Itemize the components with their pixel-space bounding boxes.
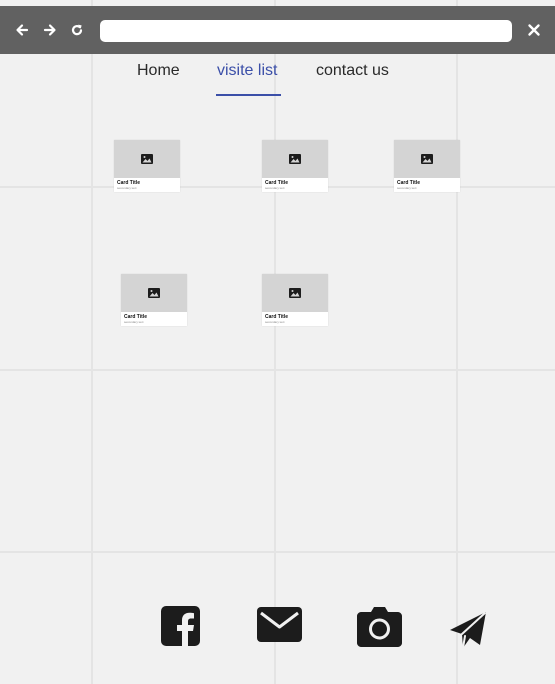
card[interactable]: Card Title secondary text — [114, 140, 180, 192]
facebook-icon — [161, 606, 200, 646]
send-icon — [450, 612, 486, 649]
card-image — [262, 274, 328, 312]
background-grid — [0, 0, 555, 684]
nav-item-visite-list[interactable]: visite list — [217, 62, 277, 80]
card-subtitle: secondary text — [124, 320, 144, 324]
facebook-link[interactable] — [161, 606, 200, 651]
close-button[interactable] — [523, 19, 545, 41]
image-icon — [141, 154, 153, 164]
address-bar-input[interactable] — [100, 20, 512, 42]
camera-icon — [357, 607, 402, 647]
email-link[interactable] — [257, 606, 302, 648]
mail-icon — [257, 607, 302, 642]
reload-icon — [71, 24, 83, 36]
card-subtitle: secondary text — [265, 320, 285, 324]
card-subtitle: secondary text — [117, 186, 137, 190]
card-image — [121, 274, 187, 312]
arrow-left-icon — [16, 24, 29, 36]
card-image — [394, 140, 460, 178]
image-icon — [148, 288, 160, 298]
card-image — [262, 140, 328, 178]
back-button[interactable] — [11, 19, 33, 41]
send-link[interactable] — [449, 611, 487, 654]
image-icon — [289, 154, 301, 164]
camera-link[interactable] — [357, 606, 402, 652]
reload-button[interactable] — [66, 19, 88, 41]
card[interactable]: Card Title secondary text — [262, 140, 328, 192]
nav-item-home[interactable]: Home — [137, 62, 180, 80]
main-nav: Home visite list contact us — [0, 54, 555, 100]
card-subtitle: secondary text — [265, 186, 285, 190]
image-icon — [289, 288, 301, 298]
card[interactable]: Card Title secondary text — [394, 140, 460, 192]
card[interactable]: Card Title secondary text — [121, 274, 187, 326]
card-subtitle: secondary text — [397, 186, 417, 190]
card[interactable]: Card Title secondary text — [262, 274, 328, 326]
close-icon — [528, 24, 540, 36]
forward-button[interactable] — [39, 19, 61, 41]
nav-item-contact-us[interactable]: contact us — [316, 62, 389, 80]
image-icon — [421, 154, 433, 164]
card-image — [114, 140, 180, 178]
browser-toolbar — [0, 6, 555, 54]
arrow-right-icon — [43, 24, 56, 36]
active-tab-indicator — [216, 94, 281, 96]
